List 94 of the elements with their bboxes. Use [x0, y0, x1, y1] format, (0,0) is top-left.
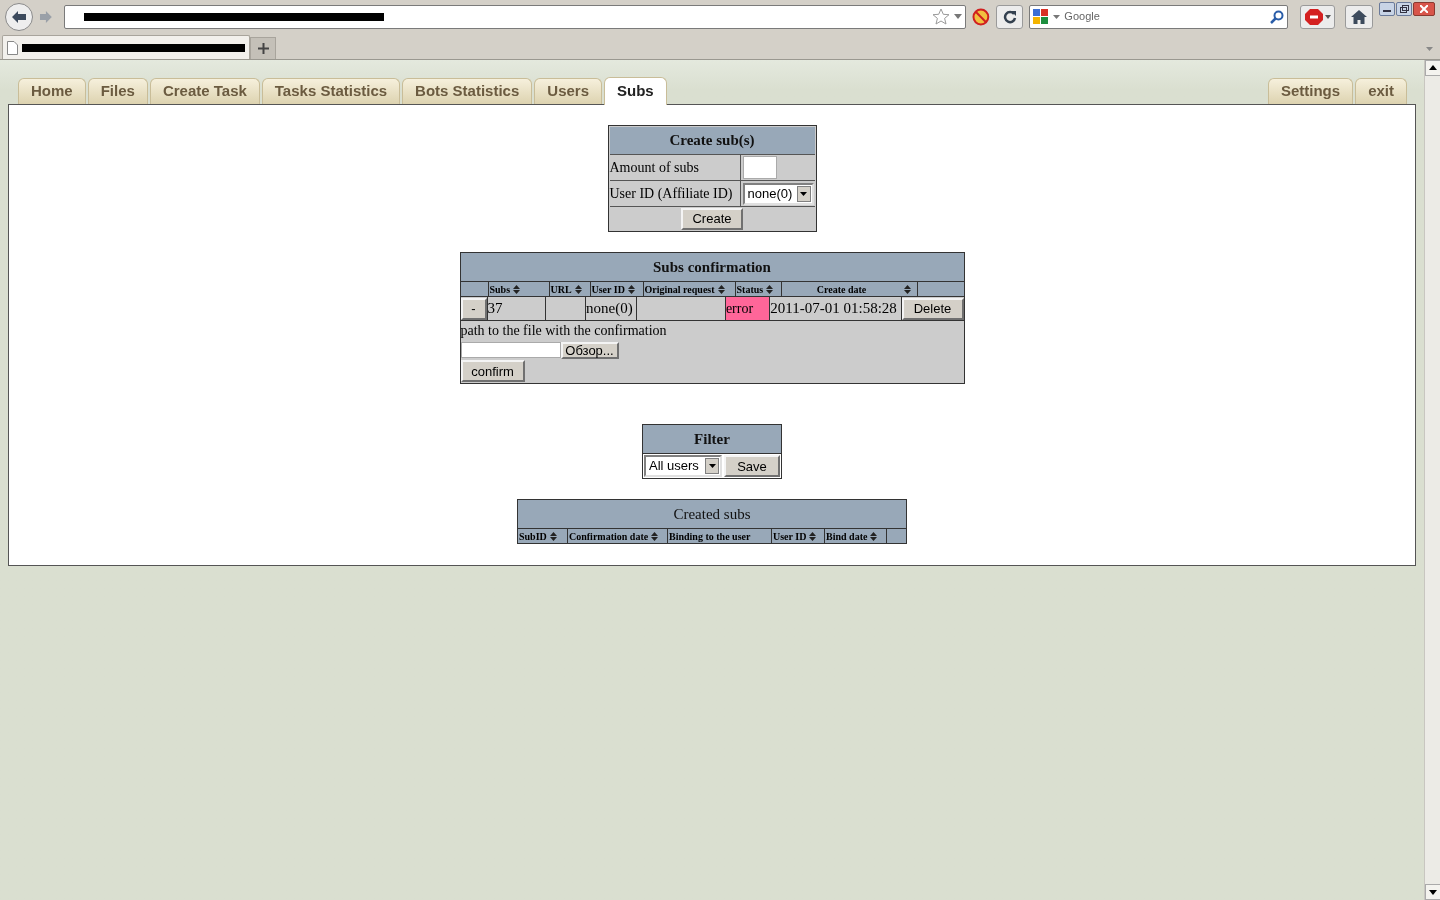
panel-title: Filter: [643, 425, 781, 453]
column-header[interactable]: User ID: [773, 528, 807, 544]
column-header-cell[interactable]: Create date: [781, 282, 918, 296]
house-icon: [1351, 9, 1368, 24]
sort-icon[interactable]: [574, 284, 582, 294]
search-field[interactable]: Google: [1029, 4, 1288, 29]
scrollbar[interactable]: [1424, 60, 1440, 900]
browser-tab[interactable]: [2, 35, 250, 59]
field-label: Amount of subs: [609, 155, 741, 180]
column-header-cell[interactable]: User ID: [772, 529, 825, 543]
search-icon[interactable]: [1269, 9, 1284, 24]
dropdown[interactable]: none(0): [742, 182, 814, 205]
colored-squares-icon[interactable]: [1033, 8, 1050, 25]
nav-tab[interactable]: Subs: [604, 77, 667, 105]
column-header[interactable]: Bind date: [826, 528, 868, 544]
browse-button[interactable]: Обзор...: [560, 341, 619, 359]
delete-button[interactable]: Delete: [901, 297, 964, 320]
column-header-cell[interactable]: Binding to the user: [668, 529, 772, 543]
stop-sign-icon: [1304, 8, 1331, 25]
reload-button[interactable]: [995, 4, 1024, 29]
collapse-button[interactable]: -: [460, 297, 487, 320]
page-icon: [7, 40, 18, 55]
field-label: User ID (Affiliate ID): [609, 181, 741, 206]
caret-icon[interactable]: [953, 14, 962, 19]
close-button[interactable]: [1413, 2, 1435, 16]
panel-title: Subs confirmation: [460, 253, 964, 281]
new-tab-button[interactable]: [250, 37, 276, 59]
caret-icon: [708, 464, 716, 468]
caret-icon: [800, 191, 807, 196]
column-header-cell[interactable]: Bind date: [825, 529, 887, 543]
column-header[interactable]: Confirmation date: [569, 528, 649, 544]
dropdown[interactable]: All users: [644, 455, 722, 477]
nav-tab[interactable]: Settings: [1267, 78, 1354, 104]
field-label: path to the file with the confirmation: [460, 322, 667, 340]
close-icon: [1420, 5, 1428, 13]
sort-icon[interactable]: [513, 284, 521, 294]
column-header[interactable]: Status: [736, 281, 764, 297]
nav-tab[interactable]: exit: [1355, 78, 1407, 104]
scroll-up-icon[interactable]: [1425, 60, 1440, 76]
nav-tab[interactable]: Create Task: [149, 78, 260, 104]
back-button[interactable]: [5, 2, 33, 31]
sort-icon[interactable]: [549, 531, 557, 541]
file-path-input[interactable]: [460, 342, 561, 358]
sort-icon[interactable]: [651, 531, 659, 541]
nav-tab[interactable]: Users: [534, 78, 602, 104]
table-cell: none(0): [586, 297, 638, 320]
panel-title: Created subs: [518, 500, 906, 528]
scroll-down-icon[interactable]: [1425, 884, 1440, 900]
restore-icon: [1399, 5, 1409, 13]
star-icon[interactable]: [931, 8, 950, 25]
sort-icon[interactable]: [717, 284, 725, 294]
column-header[interactable]: SubID: [519, 528, 547, 544]
sort-icon[interactable]: [903, 284, 911, 294]
column-header-cell[interactable]: Original request: [643, 282, 736, 296]
amount-input[interactable]: [742, 156, 777, 179]
column-header-cell[interactable]: Confirmation date: [568, 529, 668, 543]
minimize-icon: [1383, 10, 1391, 12]
search-input[interactable]: Google: [1064, 8, 1266, 25]
panel-title: Create sub(s): [609, 127, 815, 154]
back-arrow-icon: [10, 9, 27, 24]
caret-icon[interactable]: [1053, 14, 1061, 19]
column-header-cell[interactable]: Status: [735, 282, 782, 296]
address-field[interactable]: [64, 4, 966, 29]
sort-icon[interactable]: [627, 284, 635, 294]
column-header-cell[interactable]: Subs: [488, 282, 550, 296]
save-button[interactable]: Save: [724, 455, 780, 477]
nav-tab[interactable]: Files: [87, 78, 148, 104]
blocked-sign-icon[interactable]: [971, 7, 990, 26]
table-cell: 37: [487, 297, 547, 320]
plus-icon: [257, 43, 269, 54]
sort-icon[interactable]: [870, 531, 878, 541]
minimize-button[interactable]: [1379, 2, 1395, 16]
column-header[interactable]: Subs: [489, 281, 511, 297]
column-header-cell[interactable]: SubID: [518, 529, 568, 543]
column-header[interactable]: Create date: [782, 281, 901, 297]
column-header[interactable]: User ID: [591, 281, 625, 297]
create-button[interactable]: Create: [681, 207, 743, 230]
home-button[interactable]: [1345, 4, 1373, 29]
nav-tab[interactable]: Bots Statistics: [402, 78, 533, 104]
reload-icon: [1002, 9, 1017, 24]
column-header[interactable]: Binding to the user: [669, 528, 751, 544]
confirm-button[interactable]: confirm: [460, 360, 525, 382]
column-header-cell[interactable]: User ID: [590, 282, 644, 296]
sort-icon[interactable]: [809, 531, 817, 541]
restore-button[interactable]: [1396, 2, 1412, 16]
column-header[interactable]: Original request: [644, 281, 715, 297]
adblock-button[interactable]: [1299, 4, 1336, 29]
status-cell: error: [725, 297, 771, 320]
sort-icon[interactable]: [766, 284, 774, 294]
column-header-cell[interactable]: URL: [549, 282, 591, 296]
nav-tab[interactable]: Tasks Statistics: [261, 78, 401, 104]
table-cell: 2011-07-01 01:58:28: [770, 297, 902, 320]
nav-tab[interactable]: Home: [18, 78, 86, 104]
column-header[interactable]: URL: [550, 281, 572, 297]
